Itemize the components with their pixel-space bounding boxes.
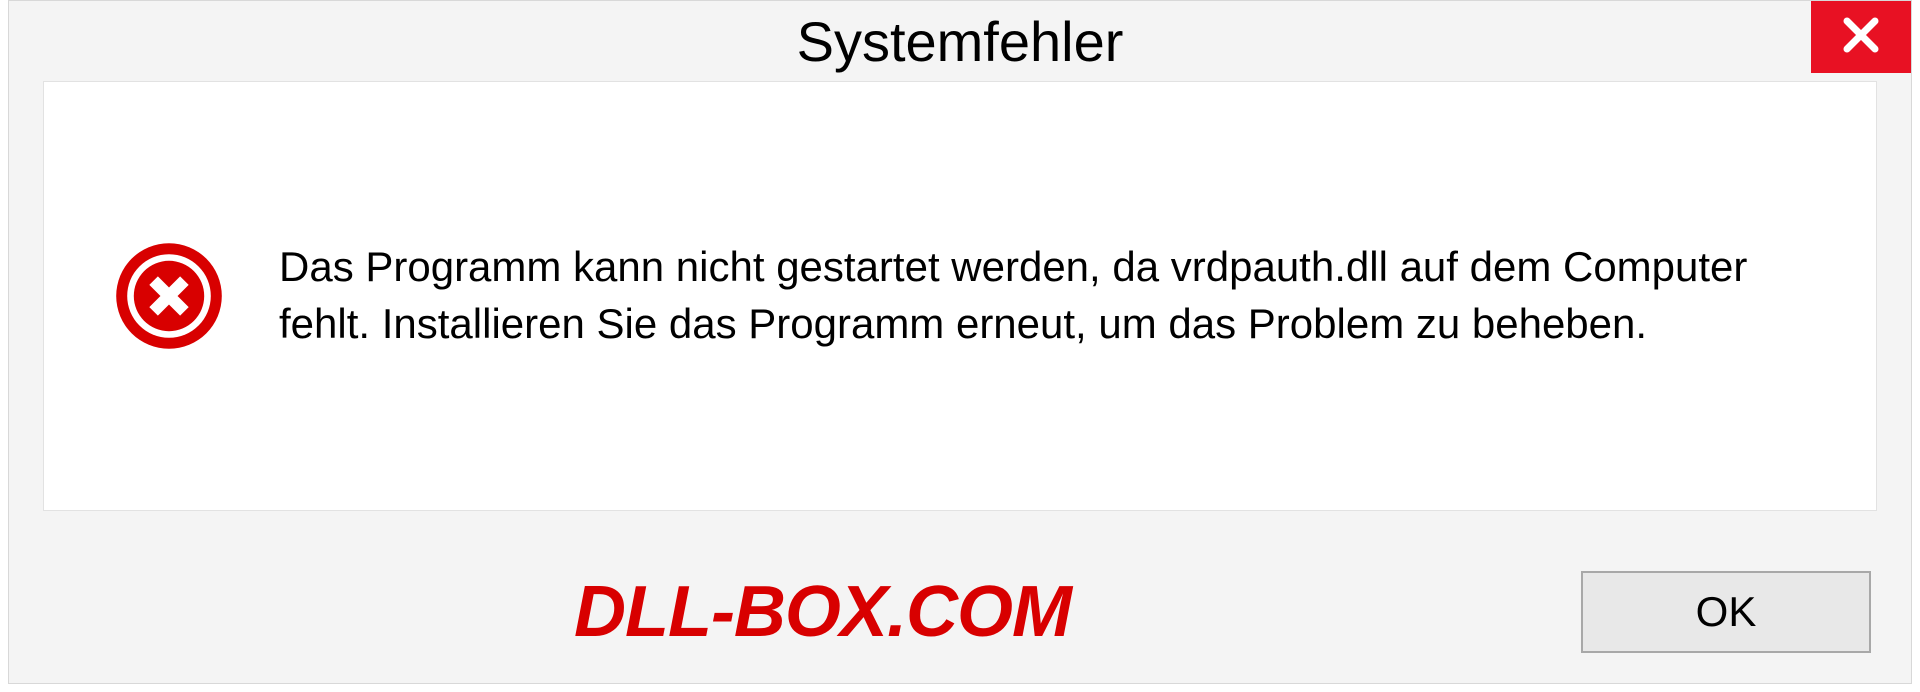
close-button[interactable] <box>1811 1 1911 73</box>
titlebar: Systemfehler <box>9 1 1911 81</box>
content-panel: Das Programm kann nicht gestartet werden… <box>43 81 1877 511</box>
watermark-text: DLL-BOX.COM <box>574 571 1071 653</box>
error-dialog: Systemfehler Das Programm kann nicht ges… <box>8 0 1912 684</box>
dialog-title: Systemfehler <box>797 9 1124 74</box>
error-message: Das Programm kann nicht gestartet werden… <box>279 239 1836 352</box>
footer: DLL-BOX.COM OK <box>9 571 1911 653</box>
ok-button[interactable]: OK <box>1581 571 1871 653</box>
ok-button-label: OK <box>1696 588 1757 636</box>
error-icon <box>114 241 224 351</box>
close-icon <box>1840 14 1882 61</box>
